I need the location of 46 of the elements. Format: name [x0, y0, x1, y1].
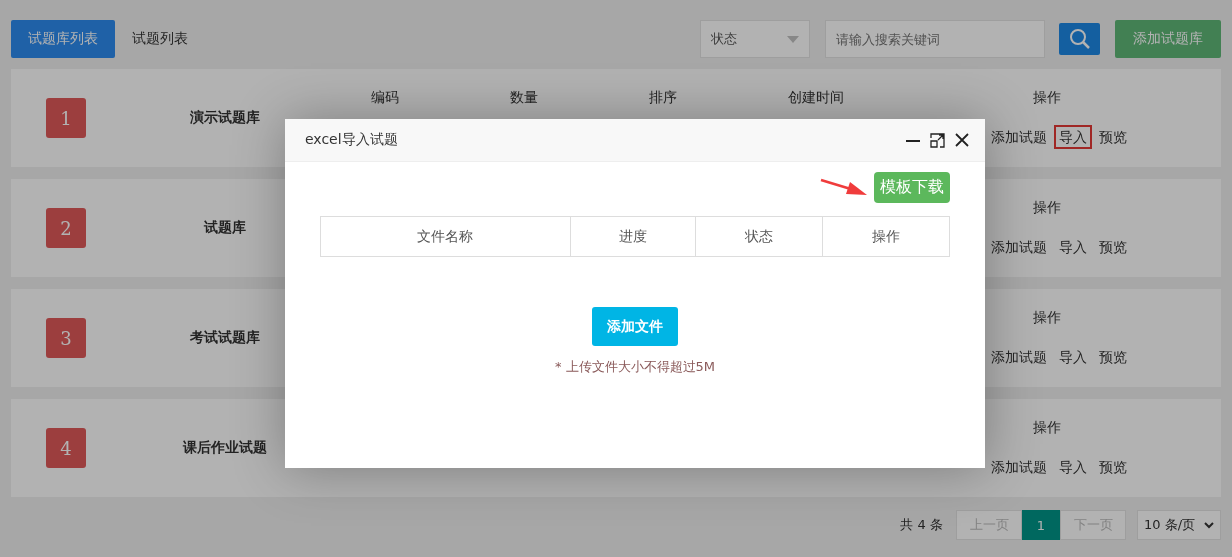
arrow-icon — [820, 177, 868, 198]
close-icon[interactable] — [955, 133, 969, 147]
total-count: 共 4 条 — [900, 516, 943, 534]
number-badge: 4 — [46, 428, 86, 468]
search-field[interactable]: 请输入搜索关键词 — [825, 20, 1045, 58]
column-header: 状态 — [695, 216, 823, 257]
action-link[interactable]: 预览 — [1096, 127, 1130, 147]
status-select[interactable]: 状态 — [700, 20, 810, 58]
column-header: 进度 — [570, 216, 696, 257]
search-icon — [1068, 28, 1091, 50]
caret-icon — [787, 35, 799, 43]
action-link[interactable]: 导入 — [1056, 347, 1090, 367]
action-link[interactable]: 预览 — [1096, 237, 1130, 257]
action-link[interactable]: 预览 — [1096, 457, 1130, 477]
column-label: 操作 — [1033, 88, 1061, 107]
action-link[interactable]: 添加试题 — [988, 347, 1050, 367]
tab[interactable]: 试题列表 — [115, 20, 205, 58]
search-button[interactable] — [1059, 23, 1100, 55]
bank-name: 试题库 — [204, 219, 246, 237]
column-label: 操作 — [1033, 308, 1061, 327]
column-label: 数量 — [510, 88, 538, 107]
action-link[interactable]: 导入 — [1056, 237, 1090, 257]
action-link[interactable]: 预览 — [1096, 347, 1130, 367]
number-badge: 1 — [46, 98, 86, 138]
bank-name: 演示试题库 — [190, 109, 260, 127]
upload-size-note: * 上传文件大小不得超过5M — [554, 358, 716, 376]
chevron-icon — [1204, 521, 1214, 529]
action-link[interactable]: 添加试题 — [988, 457, 1050, 477]
bank-name: 课后作业试题 — [183, 439, 267, 457]
action-link[interactable]: 添加试题 — [988, 237, 1050, 257]
column-label: 创建时间 — [788, 88, 844, 107]
column-label: 操作 — [1033, 198, 1061, 217]
action-link[interactable]: 添加试题 — [988, 127, 1050, 147]
action-link[interactable]: 导入 — [1056, 457, 1090, 477]
column-label: 排序 — [649, 88, 677, 107]
bank-name: 考试试题库 — [190, 329, 260, 347]
column-header: 文件名称 — [320, 216, 571, 257]
maximize-icon[interactable] — [930, 132, 945, 148]
dialog-title: excel导入试题 — [305, 131, 399, 149]
column-label: 操作 — [1033, 418, 1061, 437]
column-header: 操作 — [822, 216, 950, 257]
action-link[interactable]: 导入 — [1056, 127, 1090, 147]
column-label: 编码 — [371, 88, 399, 107]
number-badge: 3 — [46, 318, 86, 358]
page-size-select[interactable]: 10 条/页 — [1137, 510, 1221, 540]
number-badge: 2 — [46, 208, 86, 248]
